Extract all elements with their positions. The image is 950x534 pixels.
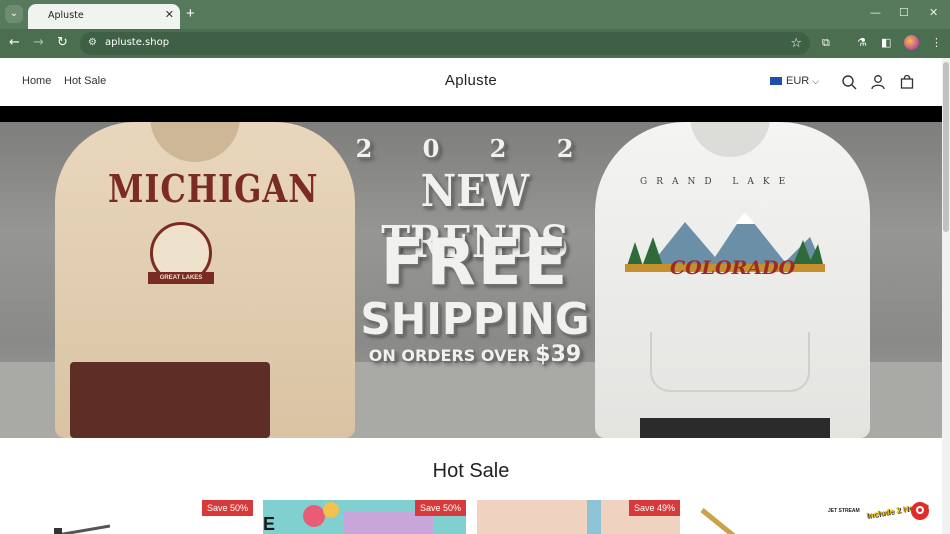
product-card[interactable]: E Save 50% [263,500,466,534]
sale-badge: Save 50% [414,500,466,516]
chevron-down-icon: ⌵ [812,76,820,86]
close-window-button[interactable]: ✕ [929,6,938,19]
account-icon[interactable] [870,74,886,90]
back-icon[interactable]: ← [9,35,20,51]
hoodie-print-grand-lake: GRAND LAKE [640,177,795,187]
hero-free: FREE [380,226,570,300]
shorts-image [70,362,270,438]
hoodie-pocket [650,332,810,392]
product-card[interactable]: JET STREAM Include 2 Nozzle [690,500,942,534]
currency-selector[interactable]: EUR ⌵ [770,75,819,87]
browser-toolbar: ← → ↻ ⚙ apluste.shop ☆ ⧉ ⚗ ◧ ⋮ [0,29,950,58]
cart-icon[interactable] [899,74,915,90]
hero-orders-amount: $39 [535,342,582,367]
tab-search-icon[interactable]: ⌄ [5,5,23,23]
url-text[interactable]: apluste.shop [105,37,169,48]
sale-badge: Save 50% [201,500,253,516]
product-label: JET STREAM [828,508,860,514]
side-panel-icon[interactable]: ◧ [881,36,891,50]
hero-year: 2 0 2 2 [355,134,595,163]
web-page: Home Hot Sale Apluste EUR ⌵ MICHIGAN GRE… [0,58,942,534]
browser-tab[interactable]: Apluste ✕ [28,4,180,29]
menu-icon[interactable]: ⋮ [931,36,942,50]
balloon-image [303,505,325,527]
page-scrollbar[interactable] [942,58,950,534]
hero-orders-text: ON ORDERS OVER [368,346,530,365]
hoodie-print-michigan: MICHIGAN [108,166,319,212]
product-card[interactable]: Save 50% [0,500,253,534]
balloon-image [323,502,339,518]
maximize-button[interactable]: ☐ [899,6,909,19]
site-header: Home Hot Sale Apluste EUR ⌵ [0,58,942,106]
minimize-button[interactable]: — [870,6,881,19]
gift-icon [916,506,924,514]
extensions-icon[interactable]: ⧉ [822,36,830,50]
site-info-icon[interactable]: ⚙ [88,37,97,48]
hoodie-print-colorado: COLORADO [670,257,796,279]
tab-close-icon[interactable]: ✕ [165,8,174,21]
bookmark-star-icon[interactable]: ☆ [790,35,802,51]
product-image-text: E [263,514,276,534]
reload-icon[interactable]: ↻ [57,35,68,51]
nozzle-image [700,508,736,534]
hot-sale-heading: Hot Sale [432,460,510,482]
product-image [54,524,110,534]
announcement-bar [0,106,942,122]
currency-label: EUR [786,75,810,87]
profile-avatar-icon[interactable] [904,35,919,50]
scrollbar-thumb[interactable] [943,62,949,232]
sale-badge: Save 49% [628,500,680,516]
rewards-widget-button[interactable] [911,502,929,520]
hero-orders-line: ON ORDERS OVER $39 [330,342,620,367]
pants-image [640,418,830,438]
new-tab-button[interactable]: + [186,5,195,23]
labs-icon[interactable]: ⚗ [857,36,867,50]
tab-title: Apluste [48,10,84,21]
search-icon[interactable] [841,74,857,90]
product-image [587,500,601,534]
address-bar[interactable]: ⚙ apluste.shop ☆ [80,32,810,55]
eu-flag-icon [770,77,782,86]
hero-shipping: SHIPPING [360,294,590,345]
emblem-banner: GREAT LAKES [148,272,214,284]
browser-tab-bar: ⌄ Apluste ✕ + — ☐ ✕ [0,0,950,29]
product-card[interactable]: Save 49% [477,500,680,534]
hero-banner[interactable]: MICHIGAN GREAT LAKES GRAND LAKE COLORADO… [0,122,942,438]
forward-icon[interactable]: → [33,35,44,51]
